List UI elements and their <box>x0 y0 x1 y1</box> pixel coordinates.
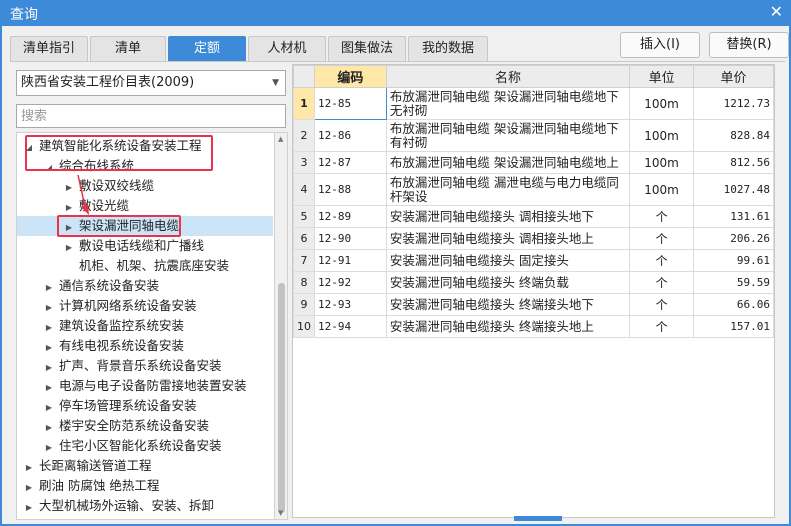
tab-bill[interactable]: 清单 <box>90 36 166 62</box>
chevron-down-icon: ▼ <box>272 78 279 88</box>
column-header-code[interactable]: 编码 <box>314 65 387 88</box>
tree-node[interactable]: ▶ 刷油 防腐蚀 绝热工程 <box>23 476 273 496</box>
tree-node[interactable]: ▶ 住宅小区智能化系统设备安装 <box>43 436 273 456</box>
expand-icon[interactable]: ▶ <box>43 398 55 418</box>
window-title: 查询 <box>10 7 38 23</box>
close-icon[interactable]: ✕ <box>770 2 783 21</box>
tree-node[interactable]: ▶ 敷设双绞线缆 <box>63 176 273 196</box>
expand-icon[interactable]: ▶ <box>43 358 55 378</box>
expand-icon[interactable]: ▶ <box>43 438 55 458</box>
table-row[interactable]: 8 12-92 安装漏泄同轴电缆接头 终端负载 个 59.59 <box>293 271 774 294</box>
expand-icon[interactable]: ▶ <box>43 418 55 438</box>
expand-icon[interactable]: ▶ <box>63 238 75 258</box>
tab-my-data[interactable]: 我的数据 <box>408 36 488 62</box>
expand-icon[interactable]: ▶ <box>43 278 55 298</box>
left-panel: 陕西省安装工程价目表(2009) ▼ ◢ 建筑智能化系统设备安装工程 ◢ 综合布… <box>16 70 288 520</box>
replace-button[interactable]: 替换(R) <box>709 32 789 58</box>
expand-icon[interactable]: ▶ <box>43 338 55 358</box>
tab-bill-guide[interactable]: 清单指引 <box>10 36 88 62</box>
expand-icon[interactable]: ▶ <box>63 178 75 198</box>
expand-icon[interactable]: ▶ <box>43 318 55 338</box>
expand-icon[interactable]: ▶ <box>43 298 55 318</box>
scroll-down-icon[interactable]: ▼ <box>278 509 283 517</box>
tree-node[interactable]: 机柜、机架、抗震底座安装 <box>63 256 273 276</box>
expand-icon[interactable]: ▶ <box>23 478 35 498</box>
dialog-body: 清单指引 清单 定额 人材机 图集做法 我的数据 插入(I) 替换(R) 陕西省… <box>2 26 789 524</box>
row-index-header <box>293 65 315 88</box>
library-select-value: 陕西省安装工程价目表(2009) <box>21 75 195 90</box>
table-row[interactable]: 4 12-88 布放漏泄同轴电缆 漏泄电缆与电力电缆同杆架设 100m 1027… <box>293 173 774 206</box>
table-row[interactable]: 1 12-85 布放漏泄同轴电缆 架设漏泄同轴电缆地下无衬砌 100m 1212… <box>293 87 774 120</box>
tab-atlas-method[interactable]: 图集做法 <box>328 36 406 62</box>
insert-button[interactable]: 插入(I) <box>620 32 700 58</box>
splitter-handle[interactable] <box>514 516 562 521</box>
tree-node[interactable]: ▶ 停车场管理系统设备安装 <box>43 396 273 416</box>
column-header-unit[interactable]: 单位 <box>629 65 695 88</box>
tree-node[interactable]: ▶ 电源与电子设备防雷接地装置安装 <box>43 376 273 396</box>
scroll-up-icon[interactable]: ▲ <box>278 135 283 143</box>
tree-node[interactable]: ▶ 敷设光缆 <box>63 196 273 216</box>
tree-node[interactable]: ▶ 建筑设备监控系统安装 <box>43 316 273 336</box>
expand-icon[interactable]: ▶ <box>23 498 35 518</box>
expand-icon[interactable]: ▶ <box>23 458 35 478</box>
title-bar: 查询 ✕ <box>0 0 791 26</box>
library-select[interactable]: 陕西省安装工程价目表(2009) ▼ <box>16 70 286 96</box>
tab-quota[interactable]: 定额 <box>168 36 246 62</box>
quota-table-panel: 编码 名称 单位 单价 1 12-85 布放漏泄同轴电缆 架设漏泄同轴电缆地下无… <box>292 64 775 518</box>
tab-divider <box>10 61 785 62</box>
annotation-highlight-box <box>57 215 181 237</box>
tree-node[interactable]: ▶ 楼宇安全防范系统设备安装 <box>43 416 273 436</box>
quota-table: 编码 名称 单位 单价 1 12-85 布放漏泄同轴电缆 架设漏泄同轴电缆地下无… <box>293 65 774 338</box>
category-tree: ◢ 建筑智能化系统设备安装工程 ◢ 综合布线系统 ▶ 敷设双绞线缆 ▶ 敷设光缆… <box>16 132 274 520</box>
table-row[interactable]: 9 12-93 安装漏泄同轴电缆接头 终端接头地下 个 66.06 <box>293 293 774 316</box>
tree-node[interactable]: ▶ 通信系统设备安装 <box>43 276 273 296</box>
table-row[interactable]: 6 12-90 安装漏泄同轴电缆接头 调相接头地上 个 206.26 <box>293 227 774 250</box>
tree-scrollbar[interactable]: ▲ ▼ <box>274 132 288 520</box>
tree-node[interactable]: ▶ 有线电视系统设备安装 <box>43 336 273 356</box>
table-row[interactable]: 10 12-94 安装漏泄同轴电缆接头 终端接头地上 个 157.01 <box>293 315 774 338</box>
table-row[interactable]: 7 12-91 安装漏泄同轴电缆接头 固定接头 个 99.61 <box>293 249 774 272</box>
column-header-price[interactable]: 单价 <box>693 65 774 88</box>
column-header-name[interactable]: 名称 <box>385 65 631 88</box>
tab-labor-material[interactable]: 人材机 <box>248 36 326 62</box>
tree-node[interactable]: ▶ 扩声、背景音乐系统设备安装 <box>43 356 273 376</box>
table-row[interactable]: 3 12-87 布放漏泄同轴电缆 架设漏泄同轴电缆地上 100m 812.56 <box>293 151 774 174</box>
search-input[interactable] <box>16 104 286 128</box>
table-row[interactable]: 5 12-89 安装漏泄同轴电缆接头 调相接头地下 个 131.61 <box>293 205 774 228</box>
tree-node[interactable]: ▶ 长距离输送管道工程 <box>23 456 273 476</box>
tree-node[interactable]: ▶ 计算机网络系统设备安装 <box>43 296 273 316</box>
scrollbar-thumb[interactable] <box>278 283 285 513</box>
annotation-highlight-box <box>25 135 213 171</box>
table-row[interactable]: 2 12-86 布放漏泄同轴电缆 架设漏泄同轴电缆地下有衬砌 100m 828.… <box>293 119 774 152</box>
expand-icon[interactable]: ▶ <box>43 378 55 398</box>
tree-node[interactable]: ▶ 大型机械场外运输、安装、拆卸 <box>23 496 273 516</box>
tree-node[interactable]: ▶ 敷设电话线缆和广播线 <box>63 236 273 256</box>
annotation-arrow-icon <box>77 174 89 215</box>
